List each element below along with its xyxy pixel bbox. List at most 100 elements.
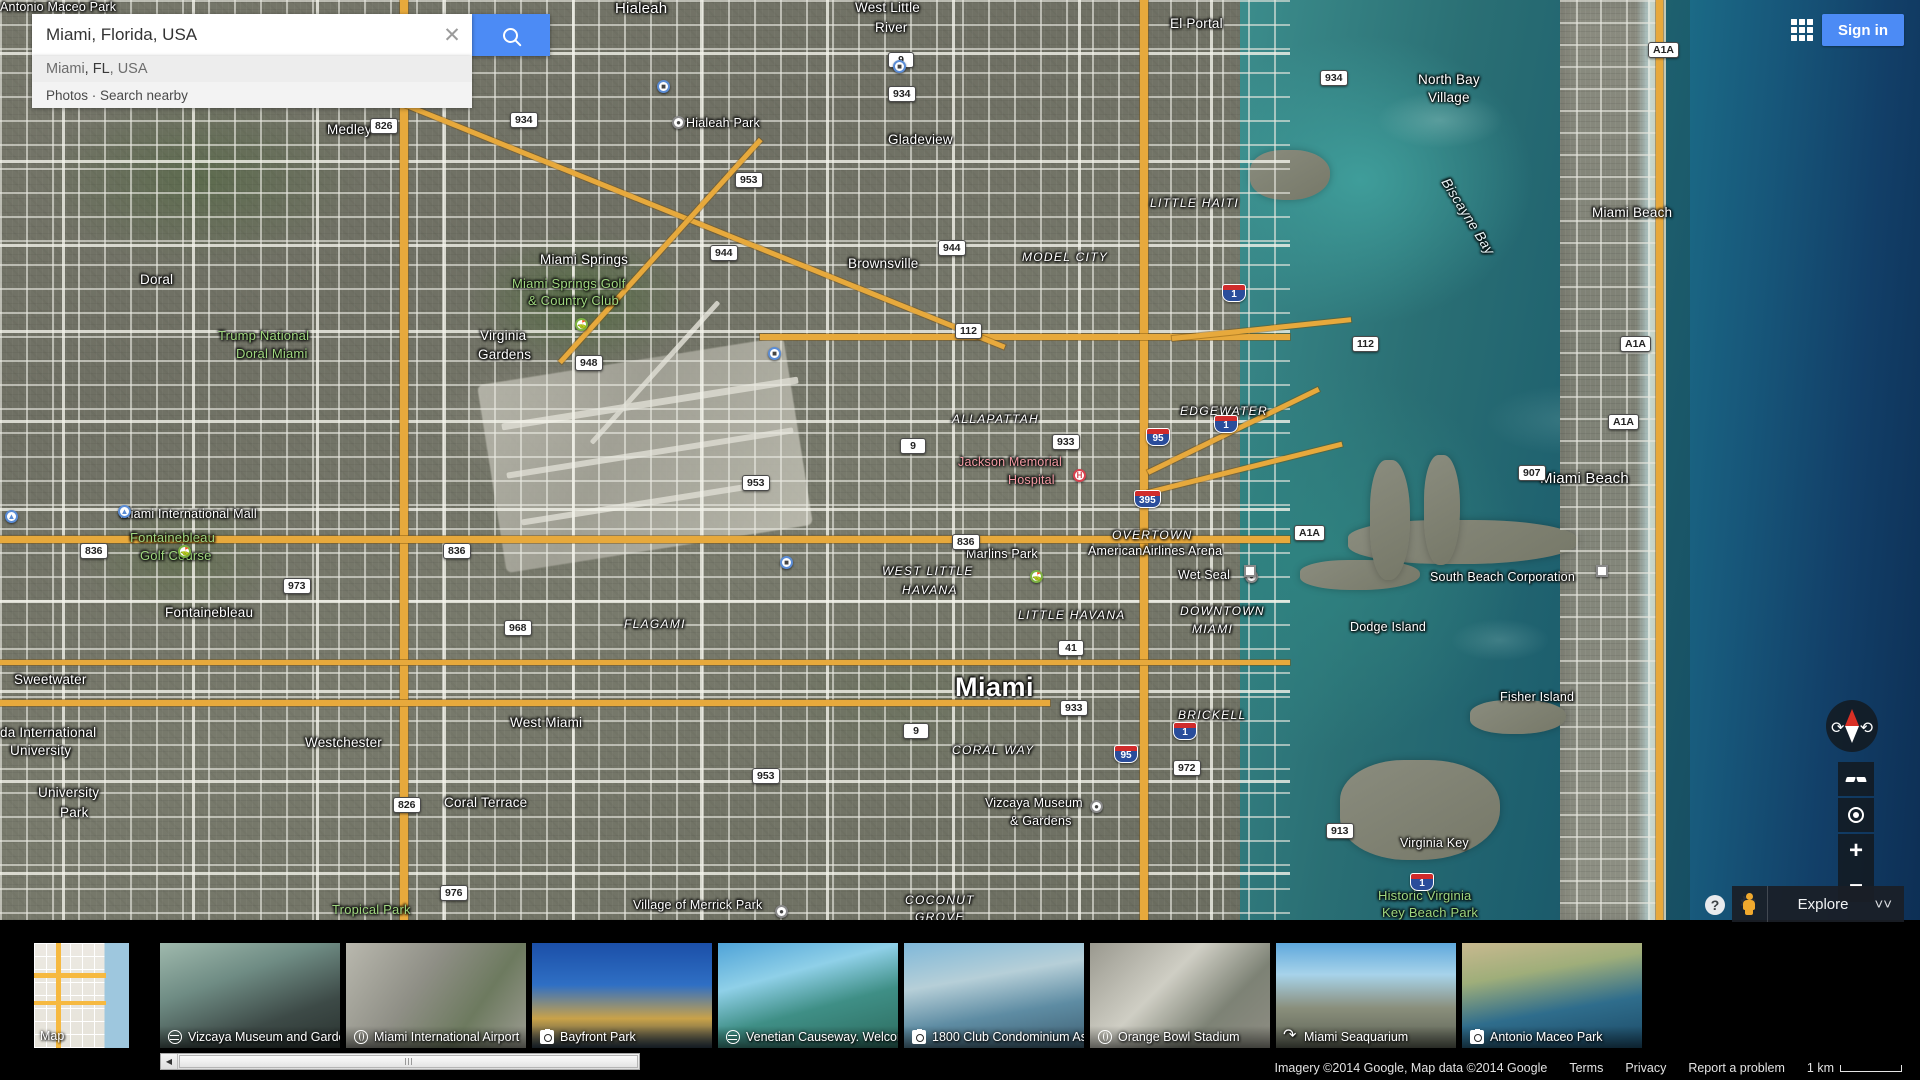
compass-north-needle [1845, 709, 1859, 726]
highway-shield: 112 [1352, 336, 1379, 352]
highway-shield: A1A [1608, 414, 1640, 430]
highway-shield: 41 [1058, 640, 1084, 656]
streetview-icon [1283, 1026, 1298, 1045]
highway-shield: 944 [710, 245, 738, 261]
highway-shield: A1A [1294, 525, 1326, 541]
scroll-left-arrow-icon[interactable]: ◀ [161, 1054, 178, 1069]
map-poi-marker[interactable] [1244, 565, 1256, 577]
photo-thumbnail[interactable]: 1800 Club Condominium Associ... [904, 943, 1084, 1048]
search-input[interactable] [32, 25, 432, 45]
highway-shield: 976 [440, 885, 468, 901]
compass-icon[interactable]: ⟳ ⟲ [1826, 700, 1878, 752]
help-icon[interactable]: ? [1705, 895, 1725, 915]
highway-shield: 836 [80, 543, 108, 559]
bottom-thumbnail-strip: Map Vizcaya Museum and Gardens Miami Int… [0, 920, 1920, 1080]
fisher-island [1470, 700, 1566, 734]
thumbnail-label: Orange Bowl Stadium [1118, 1030, 1240, 1044]
report-problem-link[interactable]: Report a problem [1688, 1061, 1785, 1075]
highway-shield: 933 [1052, 434, 1080, 450]
highway-shield: 1 [1222, 284, 1246, 302]
map-canvas[interactable]: Miami Miami Beach Miami Beach Hialeah West L… [0, 0, 1920, 920]
rotate-cw-icon[interactable]: ⟲ [1860, 718, 1873, 738]
highway-shield: A1A [1648, 42, 1680, 58]
sign-in-button[interactable]: Sign in [1822, 14, 1904, 46]
rotate-ccw-icon[interactable]: ⟳ [1831, 718, 1844, 738]
atlantic-ocean [1690, 0, 1920, 920]
privacy-link[interactable]: Privacy [1625, 1061, 1666, 1075]
pano-icon [168, 1030, 182, 1044]
scale-bar-line [1840, 1064, 1902, 1072]
highway-shield: 953 [735, 172, 763, 188]
photo-thumbnail[interactable]: Antonio Maceo Park [1462, 943, 1642, 1048]
map-poi-marker[interactable]: ● [1090, 800, 1103, 813]
zoom-in-button[interactable]: + [1838, 834, 1874, 868]
highway-shield: 953 [742, 475, 770, 491]
map-poi-marker[interactable]: ⛳ [575, 318, 588, 331]
pegman-glyph [1743, 893, 1756, 915]
locate-icon[interactable] [1838, 798, 1874, 832]
highway-shield: 934 [888, 86, 916, 102]
map-poi-marker[interactable]: ▲ [118, 505, 131, 518]
suggestion-item-0[interactable]: Miami, FL, USA [32, 56, 472, 82]
compass-south-needle [1845, 726, 1859, 743]
tilt-icon[interactable] [1838, 762, 1874, 796]
highway-shield: 968 [504, 620, 532, 636]
scale-bar: 1 km [1807, 1061, 1902, 1075]
chevron-double-down-icon[interactable]: ˅˅ [1874, 897, 1904, 912]
terms-link[interactable]: Terms [1569, 1061, 1603, 1075]
photo-thumbnail[interactable]: Miami International Airport [346, 943, 526, 1048]
highway-shield: 934 [1320, 70, 1348, 86]
map-poi-marker[interactable]: ▲ [5, 510, 18, 523]
thumbnail-caption: 1800 Club Condominium Associ... [904, 1026, 1084, 1048]
thumbnail-scrollbar[interactable]: ◀ [160, 1053, 640, 1070]
map-poi-marker[interactable] [1596, 565, 1608, 577]
search-box[interactable]: ✕ [32, 14, 472, 56]
apps-grid-icon[interactable] [1791, 19, 1813, 41]
map-thumbnail-button[interactable]: Map [34, 943, 129, 1048]
camera-icon [912, 1028, 926, 1044]
highway-shield: 953 [752, 768, 780, 784]
clear-search-button[interactable]: ✕ [432, 14, 472, 56]
venetian-island [1424, 455, 1460, 565]
highway-shield: 933 [1060, 700, 1088, 716]
map-poi-marker[interactable]: ■ [657, 80, 670, 93]
map-poi-marker[interactable]: H [1073, 469, 1086, 482]
highway-shield: 948 [575, 355, 603, 371]
suggestion-main: Miami [46, 61, 85, 77]
highway-shield: 1 [1173, 722, 1197, 740]
highway-shield: 836 [443, 543, 471, 559]
suggestion-mid: , FL [84, 61, 110, 77]
map-poi-marker[interactable]: ⛳ [178, 545, 191, 558]
search-suggestions[interactable]: Miami, FL, USA Photos · Search nearby [32, 56, 472, 108]
photo-thumbnail[interactable]: Venetian Causeway. Welcome to... [718, 943, 898, 1048]
photo-thumbnail[interactable]: Miami Seaquarium [1276, 943, 1456, 1048]
map-poi-marker[interactable]: ■ [780, 556, 793, 569]
map-thumbnail-label: Map [40, 1029, 65, 1043]
explore-bar: Explore ˅˅ [1731, 886, 1904, 922]
thumbnail-caption: Miami International Airport [346, 1026, 526, 1048]
photo-thumbnail[interactable]: Bayfront Park [532, 943, 712, 1048]
virginia-key [1340, 760, 1500, 860]
highway-shield: 395 [1134, 490, 1161, 508]
photo-thumbnail[interactable]: Vizcaya Museum and Gardens [160, 943, 340, 1048]
tilt-glyph [1846, 774, 1866, 785]
pano-icon [726, 1030, 740, 1044]
map-poi-marker[interactable]: ■ [768, 347, 781, 360]
map-poi-marker[interactable]: ● [672, 116, 685, 129]
thumbnail-caption: Antonio Maceo Park [1462, 1026, 1642, 1048]
photo-thumbnail[interactable]: Orange Bowl Stadium [1090, 943, 1270, 1048]
highway-shield: 1 [1214, 415, 1238, 433]
explore-label[interactable]: Explore [1768, 896, 1875, 913]
pegman-icon[interactable] [1732, 886, 1768, 922]
map-poi-marker[interactable]: ■ [893, 60, 906, 73]
globe-icon [1098, 1030, 1112, 1044]
scrollbar-thumb[interactable] [179, 1055, 638, 1068]
search-button[interactable] [470, 14, 550, 56]
map-poi-marker[interactable]: ● [775, 905, 788, 918]
map-poi-marker[interactable]: ⛳ [1030, 570, 1043, 583]
venetian-island [1370, 460, 1410, 580]
suggestion-item-1[interactable]: Photos · Search nearby [32, 82, 472, 108]
highway-shield: 95 [1114, 745, 1138, 763]
camera-icon [1470, 1028, 1484, 1044]
thumbnail-caption: Vizcaya Museum and Gardens [160, 1026, 340, 1048]
